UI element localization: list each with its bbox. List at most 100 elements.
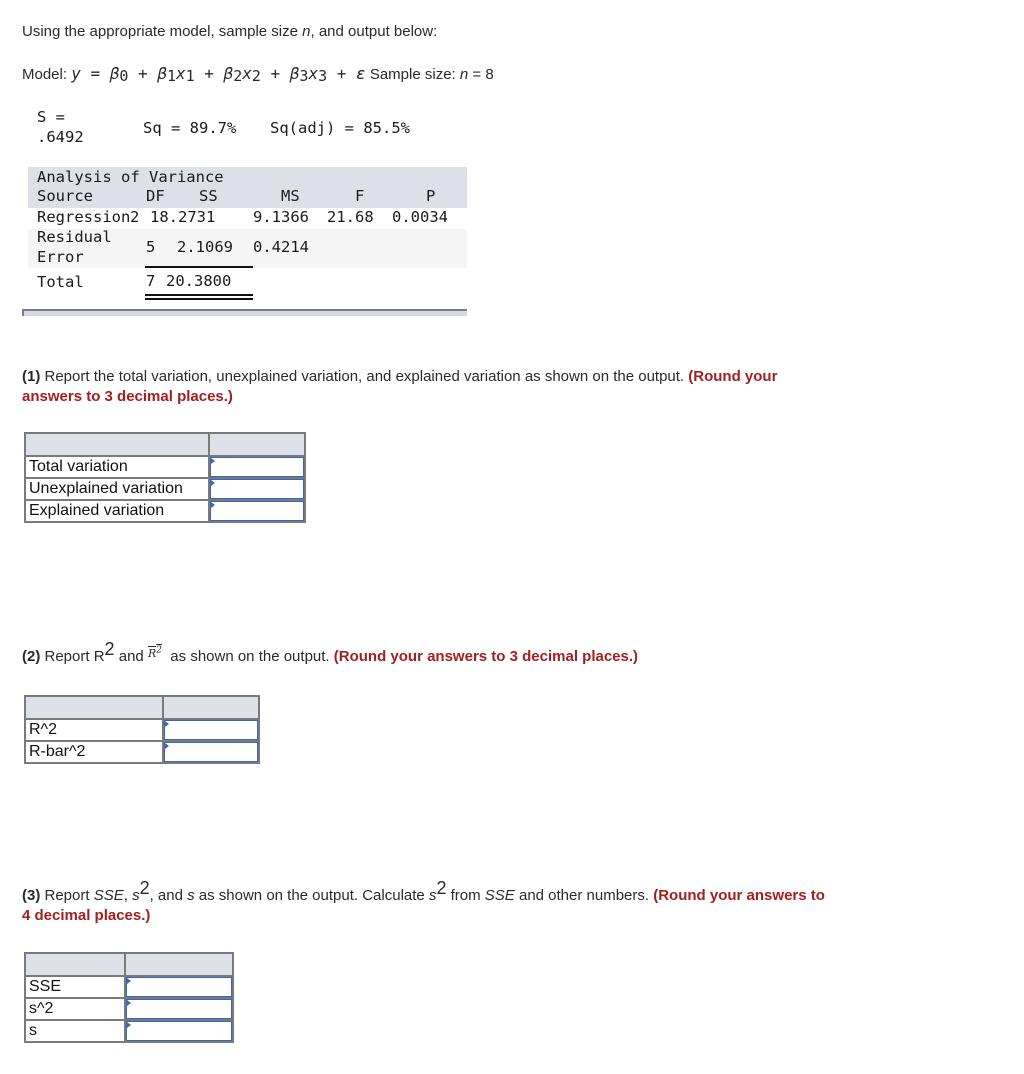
sq-value: Sq = 89.7% (143, 119, 237, 137)
header-cell (24, 432, 210, 457)
cell-ss: 18.2731 (150, 208, 216, 226)
subscript: 1 (185, 67, 195, 85)
answer-cell (208, 477, 306, 501)
answer-cell (208, 499, 306, 523)
question-text: as shown on the output. Calculate (194, 887, 429, 904)
question-text: as shown on the output. (161, 648, 334, 665)
s-input[interactable] (126, 1021, 232, 1041)
cell-source: Total (37, 273, 84, 291)
n-variable: n (459, 66, 469, 83)
question-text: Report the total variation, unexplained … (40, 368, 689, 385)
cell-source: Regression (37, 208, 131, 226)
answer-cell (124, 1019, 234, 1043)
model-label: Model: (22, 66, 72, 83)
cell-source-line2: Error (37, 248, 84, 266)
question-number: (1) (22, 368, 41, 385)
cell-f: 21.68 (327, 208, 374, 226)
header-f: F (355, 187, 365, 205)
table-header-row (24, 695, 260, 720)
table-row: s (24, 1019, 234, 1043)
table-row: Explained variation (24, 499, 306, 523)
header-ms: MS (281, 187, 300, 205)
variation-answer-table: Total variation Unexplained variation Ex… (24, 432, 306, 523)
table-row: R-bar^2 (24, 740, 260, 764)
header-source: Source (37, 187, 93, 205)
sample-size-value: = 8 (468, 66, 494, 83)
rounding-instruction: (Round your answers to 3 decimal places.… (333, 648, 639, 665)
x-variable: x (308, 64, 319, 83)
beta-symbol: + β (260, 64, 300, 83)
row-label: s (24, 1019, 126, 1043)
answer-cell (208, 455, 306, 479)
question-text: and (114, 648, 148, 665)
cell-ss: 2.1069 (177, 238, 233, 256)
x-variable: x (175, 64, 186, 83)
table-row: Unexplained variation (24, 477, 306, 501)
header-p: P (426, 187, 436, 205)
intro-text-part: , and output below: (310, 23, 438, 40)
header-cell (162, 695, 260, 720)
row-label: Unexplained variation (24, 477, 210, 501)
total-variation-input[interactable] (210, 457, 304, 477)
sse-term: SSE (484, 887, 515, 904)
s-term: s (132, 887, 140, 904)
table-row: SSE (24, 975, 234, 999)
row-label: s^2 (24, 997, 126, 1021)
cell-df: 5 (146, 238, 156, 256)
question-text: Report R (40, 648, 105, 665)
superscript: 2 (104, 639, 115, 659)
sample-size-label: Sample size: (369, 66, 460, 83)
row-label: R^2 (24, 718, 164, 742)
table-row: s^2 (24, 997, 234, 1021)
question-number: (3) (22, 887, 41, 904)
r-squared-answer-table: R^2 R-bar^2 (24, 695, 260, 764)
explained-variation-input[interactable] (210, 501, 304, 521)
rounding-instruction: answers to 3 decimal places.) (22, 388, 233, 405)
intro-text-part: Using the appropriate model, sample size (22, 23, 303, 40)
cell-ms: 0.4214 (253, 238, 309, 256)
question-3: (3) Report SSE, s2, and s as shown on th… (22, 879, 982, 926)
x-variable: x (242, 64, 252, 83)
superscript: 2 (139, 878, 150, 898)
equals-sign: = (80, 64, 110, 83)
subscript: 0 (119, 67, 129, 85)
intro-text: Using the appropriate model, sample size… (22, 23, 437, 40)
output-scrollbar[interactable] (22, 309, 467, 316)
row-label: Explained variation (24, 499, 210, 523)
header-cell (24, 695, 164, 720)
header-ss: SS (199, 187, 218, 205)
superscript: 2 (156, 645, 162, 656)
model-line: Model: y = β0 + β1x1 + β2x2 + β3x3 + ε S… (22, 64, 494, 85)
answer-cell (124, 975, 234, 999)
n-variable: n (302, 23, 311, 40)
s-term: s (187, 887, 195, 904)
s-squared-input[interactable] (126, 999, 232, 1019)
cell-p: 0.0034 (392, 208, 448, 226)
r-squared-input[interactable] (164, 720, 258, 740)
table-row: Total variation (24, 455, 306, 479)
total-double-rule-top (145, 294, 253, 296)
cell-ms: 9.1366 (253, 208, 309, 226)
beta-symbol: β (109, 64, 120, 83)
question-1: (1) Report the total variation, unexplai… (22, 367, 942, 407)
question-number: (2) (22, 648, 41, 665)
cell-df: 2 (130, 208, 140, 226)
rounding-instruction: (Round your (688, 368, 778, 385)
table-row: R^2 (24, 718, 260, 742)
subscript: 3 (318, 67, 328, 85)
row-label: SSE (24, 975, 126, 999)
question-text: Report (40, 887, 94, 904)
epsilon-symbol: + ε (327, 64, 366, 83)
sse-input[interactable] (126, 977, 232, 997)
table-header-row (24, 952, 234, 977)
r-bar-squared-input[interactable] (164, 742, 258, 762)
question-text: and other numbers. (514, 887, 654, 904)
r-bar-squared-symbol: R2 (148, 645, 162, 660)
superscript: 2 (436, 878, 447, 898)
anova-title: Analysis of Variance (37, 168, 224, 186)
beta-symbol: + β (194, 64, 234, 83)
unexplained-variation-input[interactable] (210, 479, 304, 499)
subtotal-rule (145, 266, 253, 268)
model-equation: y = β0 + β1x1 + β2x2 + β3x3 + ε (71, 64, 366, 85)
row-label: Total variation (24, 455, 210, 479)
